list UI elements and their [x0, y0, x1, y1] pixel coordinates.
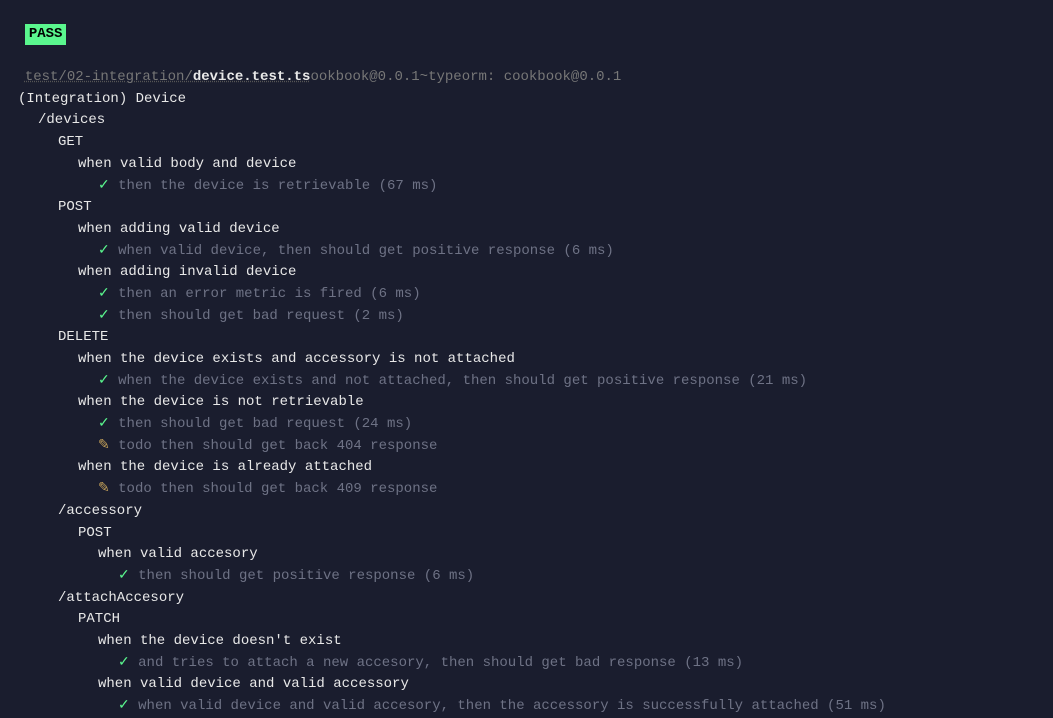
line-route: /accessory: [0, 501, 1053, 523]
line-pass: ✓ and tries to attach a new accesory, th…: [0, 653, 1053, 675]
route-label: /accessory: [58, 503, 142, 519]
test-path-file: device.test.ts: [193, 69, 311, 85]
line-context: when the device is already attached: [0, 457, 1053, 479]
check-icon: ✓: [98, 373, 110, 389]
check-icon: ✓: [118, 568, 130, 584]
context-label: when valid accesory: [98, 546, 258, 562]
line-method: GET: [0, 132, 1053, 154]
line-todo: ✎ todo then should get back 409 response: [0, 479, 1053, 501]
test-case-text: then should get bad request (2 ms): [118, 308, 404, 324]
line-context: when adding valid device: [0, 219, 1053, 241]
test-case-text: todo then should get back 404 response: [118, 438, 437, 454]
method-label: POST: [58, 199, 92, 215]
context-label: when valid device and valid accessory: [98, 676, 409, 692]
test-path-dir: test/02-integration/: [25, 69, 193, 85]
test-case-text: then should get positive response (6 ms): [138, 568, 474, 584]
line-todo: ✎ todo then should get back 404 response: [0, 436, 1053, 458]
context-label: when the device exists and accessory is …: [78, 351, 515, 367]
test-case-text: then should get bad request (24 ms): [118, 416, 412, 432]
check-icon: ✓: [98, 286, 110, 302]
check-icon: ✓: [98, 243, 110, 259]
line-context: when valid body and device: [0, 154, 1053, 176]
line-context: when adding invalid device: [0, 262, 1053, 284]
context-label: when adding invalid device: [78, 264, 296, 280]
line-pass: ✓ then an error metric is fired (6 ms): [0, 284, 1053, 306]
line-method: POST: [0, 523, 1053, 545]
context-label: when valid body and device: [78, 156, 296, 172]
test-output-lines: /devices GET when valid body and device ✓ t…: [0, 110, 1053, 717]
test-case-text: and tries to attach a new accesory, then…: [138, 655, 743, 671]
check-icon: ✓: [118, 655, 130, 671]
test-case-text: then an error metric is fired (6 ms): [118, 286, 420, 302]
method-label: PATCH: [78, 611, 120, 627]
line-method: PATCH: [0, 609, 1053, 631]
line-method: DELETE: [0, 327, 1053, 349]
check-icon: ✓: [118, 698, 130, 714]
line-pass: ✓ when the device exists and not attache…: [0, 371, 1053, 393]
line-method: POST: [0, 197, 1053, 219]
header-row: PASS test/02-integration/device.test.tso…: [0, 2, 1053, 89]
pencil-icon: ✎: [98, 481, 110, 497]
line-pass: ✓ when valid device and valid accesory, …: [0, 696, 1053, 718]
line-context: when the device doesn't exist: [0, 631, 1053, 653]
method-label: DELETE: [58, 329, 108, 345]
test-case-text: todo then should get back 409 response: [118, 481, 437, 497]
suite-title: (Integration) Device: [0, 89, 1053, 111]
line-pass: ✓ then should get positive response (6 m…: [0, 566, 1053, 588]
line-route: /devices: [0, 110, 1053, 132]
line-pass: ✓ when valid device, then should get pos…: [0, 241, 1053, 263]
line-context: when valid accesory: [0, 544, 1053, 566]
context-label: when adding valid device: [78, 221, 280, 237]
header-trail: ookbook@0.0.1~typeorm: cookbook@0.0.1: [310, 69, 621, 85]
context-label: when the device is already attached: [78, 459, 372, 475]
test-case-text: then the device is retrievable (67 ms): [118, 178, 437, 194]
route-label: /attachAccesory: [58, 590, 184, 606]
context-label: when the device is not retrievable: [78, 394, 364, 410]
test-case-text: when valid device, then should get posit…: [118, 243, 614, 259]
method-label: GET: [58, 134, 83, 150]
check-icon: ✓: [98, 308, 110, 324]
check-icon: ✓: [98, 178, 110, 194]
line-pass: ✓ then should get bad request (24 ms): [0, 414, 1053, 436]
test-case-text: when valid device and valid accesory, th…: [138, 698, 886, 714]
line-pass: ✓ then the device is retrievable (67 ms): [0, 176, 1053, 198]
pass-badge: PASS: [25, 24, 67, 46]
test-case-text: when the device exists and not attached,…: [118, 373, 807, 389]
line-context: when the device exists and accessory is …: [0, 349, 1053, 371]
line-pass: ✓ then should get bad request (2 ms): [0, 306, 1053, 328]
pencil-icon: ✎: [98, 438, 110, 454]
route-label: /devices: [38, 112, 105, 128]
check-icon: ✓: [98, 416, 110, 432]
line-route: /attachAccesory: [0, 588, 1053, 610]
method-label: POST: [78, 525, 112, 541]
context-label: when the device doesn't exist: [98, 633, 342, 649]
line-context: when the device is not retrievable: [0, 392, 1053, 414]
line-context: when valid device and valid accessory: [0, 674, 1053, 696]
